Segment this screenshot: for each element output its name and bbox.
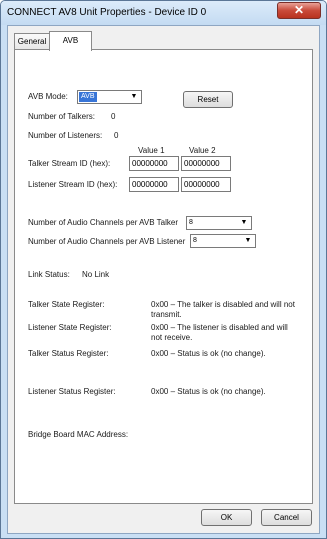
talkers-value: 0: [111, 112, 116, 121]
tab-general[interactable]: General: [14, 33, 50, 50]
ok-button[interactable]: OK: [201, 509, 252, 526]
talker-status-register-value: 0x00 – Status is ok (no change).: [151, 349, 266, 358]
value2-header: Value 2: [189, 146, 216, 155]
value1-header: Value 1: [138, 146, 165, 155]
avb-mode-label: AVB Mode:: [28, 92, 68, 101]
talkers-label: Number of Talkers:: [28, 112, 95, 121]
close-icon: ✕: [293, 3, 305, 17]
reset-button[interactable]: Reset: [183, 91, 233, 108]
talker-stream-value1-input[interactable]: 00000000: [129, 156, 179, 171]
channels-per-talker-value: 8: [189, 219, 193, 226]
properties-window: CONNECT AV8 Unit Properties - Device ID …: [0, 0, 327, 539]
dialog-client: General AVB AVB Mode: AVB ▼ Reset Number…: [7, 25, 320, 534]
talker-state-register-value: 0x00 – The talker is disabled and will n…: [151, 300, 295, 319]
channels-per-talker-label: Number of Audio Channels per AVB Talker: [28, 218, 179, 227]
listener-stream-label: Listener Stream ID (hex):: [28, 180, 118, 189]
avb-mode-select[interactable]: AVB ▼: [77, 90, 142, 104]
tab-avb[interactable]: AVB: [49, 31, 92, 51]
cancel-button[interactable]: Cancel: [261, 509, 312, 526]
listeners-value: 0: [114, 131, 119, 140]
listener-stream-value1-input[interactable]: 00000000: [129, 177, 179, 192]
listener-state-register-value: 0x00 – The listener is disabled and will…: [151, 323, 288, 342]
close-button[interactable]: ✕: [277, 2, 321, 19]
listeners-label: Number of Listeners:: [28, 131, 103, 140]
listener-state-register-label: Listener State Register:: [28, 323, 112, 332]
channels-per-listener-value: 8: [193, 237, 197, 244]
talker-status-register-label: Talker Status Register:: [28, 349, 109, 358]
channels-per-talker-select[interactable]: 8 ▼: [186, 216, 252, 230]
channels-per-listener-label: Number of Audio Channels per AVB Listene…: [28, 237, 186, 246]
chevron-down-icon: ▼: [130, 93, 138, 100]
listener-stream-value2-input[interactable]: 00000000: [181, 177, 231, 192]
window-title: CONNECT AV8 Unit Properties - Device ID …: [7, 7, 207, 18]
talker-state-register-label: Talker State Register:: [28, 300, 105, 309]
listener-status-register-label: Listener Status Register:: [28, 387, 116, 396]
link-status-label: Link Status:: [28, 270, 70, 279]
talker-stream-value2-input[interactable]: 00000000: [181, 156, 231, 171]
channels-per-listener-select[interactable]: 8 ▼: [190, 234, 256, 248]
avb-tab-panel: AVB Mode: AVB ▼ Reset Number of Talkers:…: [14, 49, 313, 504]
avb-mode-value: AVB: [79, 92, 97, 102]
bridge-mac-label: Bridge Board MAC Address:: [28, 430, 129, 439]
talker-stream-label: Talker Stream ID (hex):: [28, 159, 111, 168]
chevron-down-icon: ▼: [244, 237, 252, 244]
listener-status-register-value: 0x00 – Status is ok (no change).: [151, 387, 266, 396]
link-status-value: No Link: [82, 270, 110, 279]
chevron-down-icon: ▼: [240, 219, 248, 226]
title-bar[interactable]: CONNECT AV8 Unit Properties - Device ID …: [1, 1, 326, 25]
